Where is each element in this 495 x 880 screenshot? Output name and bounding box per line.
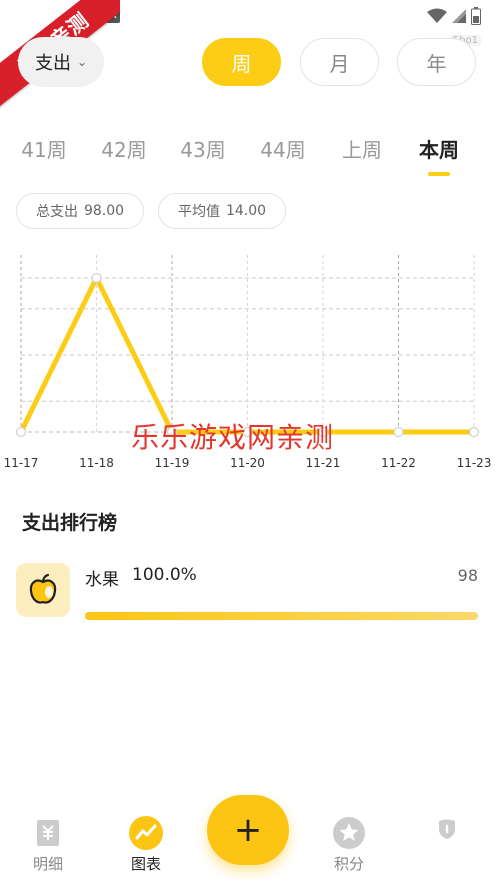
total-expense-value: 98.00 (83, 203, 125, 219)
receipt-icon (30, 815, 66, 851)
ranking-item-name: 水果 (85, 570, 119, 590)
week-tab-last[interactable]: 上周 (332, 134, 392, 163)
type-select-label: 支出 (34, 53, 71, 74)
status-bar: A (0, 0, 495, 30)
nav-item-profile[interactable] (412, 811, 482, 849)
week-tab-indicator (428, 172, 450, 176)
ranking-item[interactable]: 水果 100.0% 98 (16, 563, 481, 623)
x-tick-label-11-17: 11-17 (4, 456, 39, 470)
nav-item-details[interactable]: 明细 (13, 815, 83, 874)
ranking-item-bar (85, 612, 478, 620)
type-select[interactable]: 支出 ⌄ (18, 37, 104, 87)
tab-week[interactable]: 周 (202, 38, 281, 86)
x-tick-label-11-23: 11-23 (457, 456, 492, 470)
battery-icon (471, 7, 481, 25)
x-tick-label-11-19: 11-19 (155, 456, 190, 470)
week-tab-42[interactable]: 42周 (94, 134, 154, 163)
profile-icon (429, 811, 465, 847)
chart-icon (128, 815, 164, 851)
average-value: 14.00 (225, 203, 267, 219)
watermark-text: 乐乐游戏网亲测 (131, 421, 335, 454)
tab-week-label: 周 (231, 51, 252, 76)
x-tick-label-11-21: 11-21 (306, 456, 341, 470)
ranking-item-bar-fill (85, 612, 478, 620)
data-point-11-18 (91, 272, 102, 284)
data-point-11-17 (15, 426, 27, 438)
x-tick-label-11-20: 11-20 (230, 456, 265, 470)
tab-year[interactable]: 年 (397, 38, 476, 86)
nav-item-points[interactable]: 积分 (314, 815, 384, 874)
tab-year-label: 年 (426, 51, 447, 76)
notification-badge: A (106, 9, 120, 23)
total-expense-pill: 总支出 98.00 (16, 193, 144, 229)
nav-item-charts[interactable]: 图表 (111, 815, 181, 874)
apple-icon (16, 563, 70, 617)
star-icon (331, 815, 367, 851)
notification-icon (78, 9, 92, 23)
nav-label-points: 积分 (333, 855, 364, 873)
add-icon: + (233, 810, 263, 850)
x-tick-label-11-22: 11-22 (381, 456, 416, 470)
week-tab-44[interactable]: 44周 (253, 134, 313, 163)
ranking-item-amount: 98 (457, 566, 478, 585)
week-tabs: 41周 42周 43周 44周 上周 本周 (0, 134, 495, 174)
data-point-11-23 (468, 426, 480, 438)
nav-label-details: 明细 (32, 855, 63, 873)
chevron-down-icon: ⌄ (76, 55, 88, 69)
average-pill: 平均值 14.00 (158, 193, 286, 229)
total-expense-label: 总支出 (35, 204, 78, 220)
add-record-button[interactable]: + (207, 795, 289, 865)
average-label: 平均值 (177, 204, 220, 220)
x-tick-label-11-18: 11-18 (79, 456, 114, 470)
data-point-11-22 (393, 426, 404, 438)
chart-screen: A 乐乐亲测 5bo1 支出 ⌄ 周 月 年 41周 42周 43周 44周 上… (0, 0, 495, 880)
signal-icon (452, 9, 466, 23)
ranking-item-percent: 100.0% (132, 565, 197, 585)
nav-label-charts: 图表 (130, 855, 161, 873)
week-tab-43[interactable]: 43周 (173, 134, 233, 163)
bottom-nav: 明细 图表 + 积分 (0, 795, 495, 880)
week-tab-current[interactable]: 本周 (409, 134, 469, 163)
tab-month[interactable]: 月 (300, 38, 379, 86)
week-tab-41[interactable]: 41周 (14, 134, 74, 163)
status-icons (427, 7, 481, 25)
ranking-title: 支出排行榜 (22, 512, 118, 534)
wifi-icon (427, 8, 447, 23)
tab-month-label: 月 (329, 51, 350, 76)
